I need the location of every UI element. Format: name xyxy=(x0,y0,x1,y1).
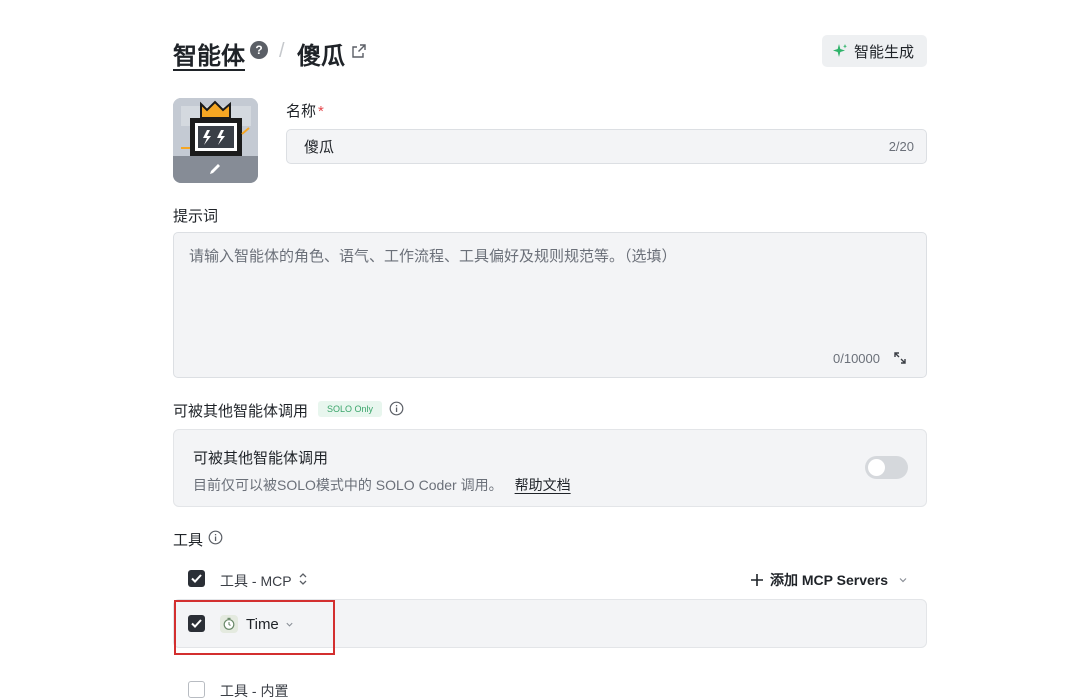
page-title: 傻瓜 xyxy=(297,43,345,70)
info-icon[interactable] xyxy=(208,530,223,545)
mcp-group-label: 工具 - MCP xyxy=(220,573,292,589)
smart-generate-label: 智能生成 xyxy=(854,43,915,61)
time-tool-checkbox[interactable] xyxy=(188,615,205,632)
prompt-textarea[interactable]: 请输入智能体的角色、语气、工作流程、工具偏好及规则规范等。（选填） 0/1000… xyxy=(173,232,927,378)
prompt-label: 提示词 xyxy=(173,208,219,225)
check-icon xyxy=(191,619,202,628)
add-mcp-servers-button[interactable]: 添加 MCP Servers xyxy=(750,570,908,590)
mcp-group-checkbox[interactable] xyxy=(188,570,205,587)
callable-toggle[interactable] xyxy=(865,456,908,479)
expand-icon[interactable] xyxy=(893,351,907,365)
sort-icon[interactable] xyxy=(298,572,308,586)
name-input-value: 傻瓜 xyxy=(304,139,335,156)
prompt-char-counter: 0/10000 xyxy=(833,351,880,366)
info-icon[interactable] xyxy=(389,401,404,416)
breadcrumb-separator: / xyxy=(279,40,285,62)
plus-icon xyxy=(751,574,763,586)
name-input[interactable]: 傻瓜 2/20 xyxy=(286,129,927,164)
help-doc-link[interactable]: 帮助文档 xyxy=(515,477,571,493)
add-mcp-label: 添加 MCP Servers xyxy=(770,572,889,588)
edit-icon[interactable] xyxy=(208,162,222,176)
clock-icon xyxy=(220,615,238,633)
callable-card-desc: 目前仅可以被SOLO模式中的 SOLO Coder 调用。 帮助文档 xyxy=(193,477,571,493)
chevron-down-icon xyxy=(899,578,907,583)
smart-generate-button[interactable]: 智能生成 xyxy=(822,35,927,67)
sparkle-icon xyxy=(833,44,847,57)
tools-section-label: 工具 xyxy=(173,532,204,549)
builtin-group-label: 工具 - 内置 xyxy=(220,683,289,699)
prompt-placeholder: 请输入智能体的角色、语气、工作流程、工具偏好及规则规范等。（选填） xyxy=(189,248,677,265)
chevron-down-icon[interactable] xyxy=(285,620,294,629)
builtin-group-checkbox[interactable] xyxy=(188,681,205,698)
breadcrumb-root[interactable]: 智能体 xyxy=(173,36,245,71)
callable-card-title: 可被其他智能体调用 xyxy=(193,450,329,467)
callable-section-label: 可被其他智能体调用 xyxy=(173,403,309,420)
check-icon xyxy=(191,574,202,583)
name-char-counter: 2/20 xyxy=(888,139,914,154)
help-icon[interactable]: ? xyxy=(250,41,268,59)
name-label: 名称 * xyxy=(286,103,324,120)
time-tool-label[interactable]: Time xyxy=(246,616,279,633)
callable-card: 可被其他智能体调用 目前仅可以被SOLO模式中的 SOLO Coder 调用。帮… xyxy=(173,429,927,507)
share-icon[interactable] xyxy=(351,43,367,59)
agent-avatar[interactable] xyxy=(173,98,258,183)
solo-only-badge: SOLO Only xyxy=(318,401,382,417)
